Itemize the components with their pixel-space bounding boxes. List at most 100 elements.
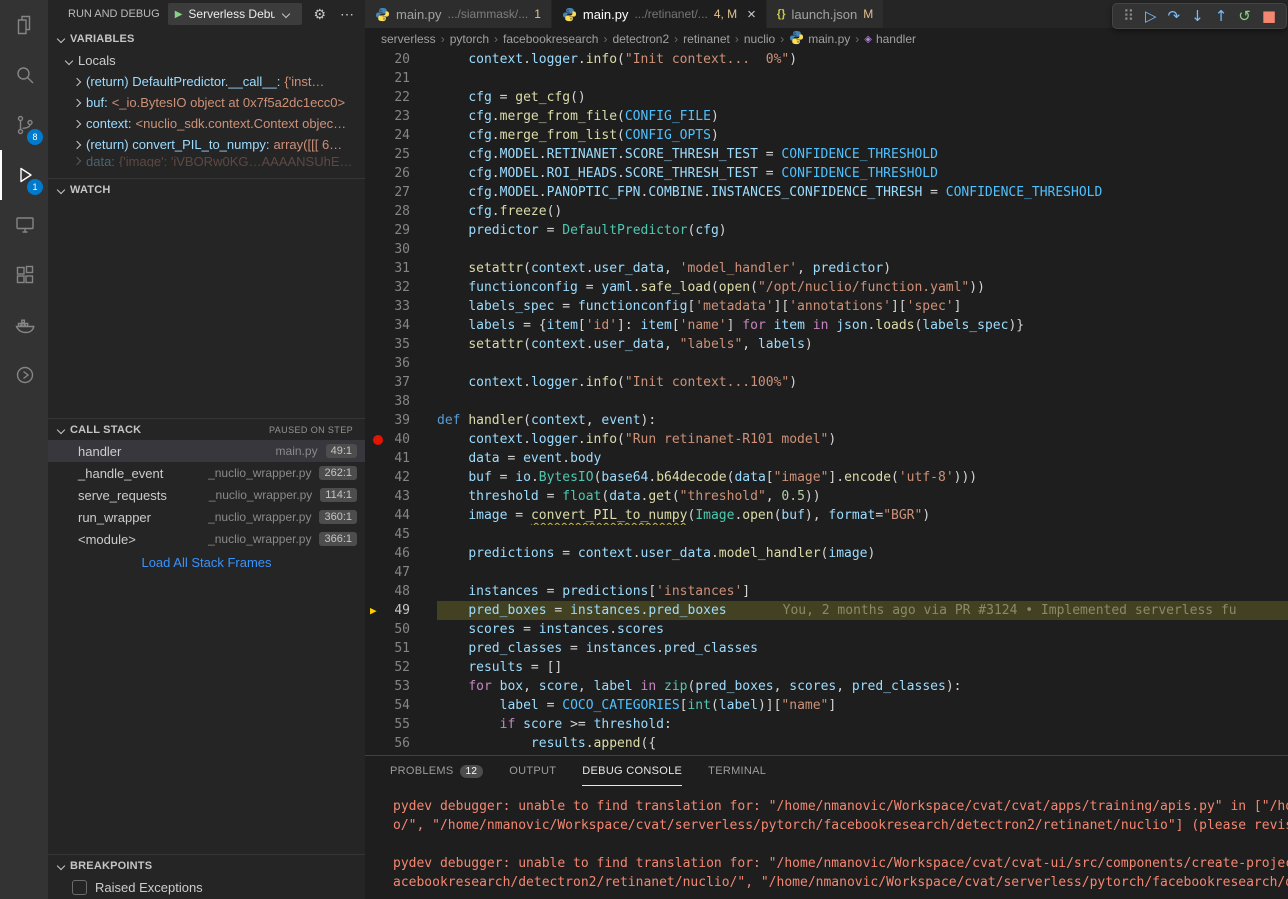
gutter[interactable]: 55 bbox=[365, 715, 437, 734]
breadcrumb-item[interactable]: main.py bbox=[789, 30, 850, 48]
start-debug-icon[interactable]: ▶ bbox=[175, 9, 183, 20]
variables-section-header[interactable]: VARIABLES bbox=[48, 28, 365, 50]
code-line[interactable]: 29 predictor = DefaultPredictor(cfg) bbox=[365, 221, 1288, 240]
gutter[interactable]: 27 bbox=[365, 183, 437, 202]
gutter[interactable]: 50 bbox=[365, 620, 437, 639]
breadcrumb-item[interactable]: ◈handler bbox=[864, 32, 916, 46]
editor-tab[interactable]: main.py.../retinanet/...4, M× bbox=[552, 0, 767, 28]
code-line[interactable]: 38 bbox=[365, 392, 1288, 411]
more-actions-icon[interactable]: ⋯ bbox=[337, 6, 357, 23]
code-line[interactable]: 40 context.logger.info("Run retinanet-R1… bbox=[365, 430, 1288, 449]
variable-row[interactable]: data:{'image': 'iVBORw0KG…AAAANSUhE… bbox=[48, 155, 365, 167]
editor-code[interactable]: 20 context.logger.info("Init context... … bbox=[365, 50, 1288, 755]
gutter[interactable]: 56 bbox=[365, 734, 437, 753]
gear-icon[interactable]: ⚙ bbox=[310, 6, 329, 23]
variable-row[interactable]: (return) DefaultPredictor.__call__:{'ins… bbox=[48, 71, 365, 92]
gutter[interactable]: 42 bbox=[365, 468, 437, 487]
code-line[interactable]: 34 labels = {item['id']: item['name'] fo… bbox=[365, 316, 1288, 335]
code-line[interactable]: 45 bbox=[365, 525, 1288, 544]
drag-grip-icon[interactable]: ⠿ bbox=[1123, 9, 1134, 24]
activity-explorer[interactable] bbox=[0, 0, 48, 50]
gutter[interactable]: 34 bbox=[365, 316, 437, 335]
code-line[interactable]: 42 buf = io.BytesIO(base64.b64decode(dat… bbox=[365, 468, 1288, 487]
gutter[interactable]: 38 bbox=[365, 392, 437, 411]
gutter[interactable]: 45 bbox=[365, 525, 437, 544]
stack-frame[interactable]: _handle_event_nuclio_wrapper.py262:1 bbox=[48, 462, 365, 484]
breadcrumb-item[interactable]: detectron2 bbox=[612, 32, 669, 46]
gutter[interactable]: 29 bbox=[365, 221, 437, 240]
stack-frame[interactable]: run_wrapper_nuclio_wrapper.py360:1 bbox=[48, 506, 365, 528]
gutter[interactable]: 39 bbox=[365, 411, 437, 430]
activity-docker[interactable] bbox=[0, 300, 48, 350]
gutter[interactable]: 23 bbox=[365, 107, 437, 126]
gutter[interactable]: 48 bbox=[365, 582, 437, 601]
code-line[interactable]: 27 cfg.MODEL.PANOPTIC_FPN.COMBINE.INSTAN… bbox=[365, 183, 1288, 202]
code-line[interactable]: 43 threshold = float(data.get("threshold… bbox=[365, 487, 1288, 506]
code-line[interactable]: 33 labels_spec = functionconfig['metadat… bbox=[365, 297, 1288, 316]
code-line[interactable]: 56 results.append({ bbox=[365, 734, 1288, 753]
disconnect-icon[interactable]: ■ bbox=[1262, 9, 1276, 24]
code-line[interactable]: 39def handler(context, event): bbox=[365, 411, 1288, 430]
close-icon[interactable]: × bbox=[747, 7, 756, 22]
debug-console-output[interactable]: pydev debugger: unable to find translati… bbox=[365, 786, 1288, 899]
gutter[interactable]: 33 bbox=[365, 297, 437, 316]
scope-locals[interactable]: Locals bbox=[48, 50, 365, 71]
gutter[interactable]: 35 bbox=[365, 335, 437, 354]
debug-config-dropdown[interactable]: ▶ Serverless Debu bbox=[168, 3, 303, 25]
code-line[interactable]: 21 bbox=[365, 69, 1288, 88]
gutter[interactable]: 24 bbox=[365, 126, 437, 145]
panel-tab-problems[interactable]: PROBLEMS12 bbox=[390, 756, 483, 786]
gutter[interactable]: 22 bbox=[365, 88, 437, 107]
activity-search[interactable] bbox=[0, 50, 48, 100]
stack-frame[interactable]: handlermain.py49:1 bbox=[48, 440, 365, 462]
call-stack-section-header[interactable]: CALL STACK PAUSED ON STEP bbox=[48, 418, 365, 440]
gutter[interactable]: 21 bbox=[365, 69, 437, 88]
variable-row[interactable]: buf:<_io.BytesIO object at 0x7f5a2dc1ecc… bbox=[48, 92, 365, 113]
gutter[interactable]: 28 bbox=[365, 202, 437, 221]
code-line[interactable]: 20 context.logger.info("Init context... … bbox=[365, 50, 1288, 69]
gutter[interactable]: 54 bbox=[365, 696, 437, 715]
gutter[interactable]: 41 bbox=[365, 449, 437, 468]
restart-icon[interactable]: ↺ bbox=[1238, 9, 1251, 24]
breakpoints-section-header[interactable]: BREAKPOINTS bbox=[48, 854, 365, 876]
breadcrumb-item[interactable]: serverless bbox=[381, 32, 436, 46]
breakpoint-dot[interactable] bbox=[373, 435, 383, 445]
step-over-icon[interactable]: ↷ bbox=[1168, 9, 1181, 24]
code-line[interactable]: 30 bbox=[365, 240, 1288, 259]
panel-tab-terminal[interactable]: TERMINAL bbox=[708, 756, 766, 786]
gutter[interactable]: 26 bbox=[365, 164, 437, 183]
variable-row[interactable]: (return) convert_PIL_to_numpy:array([[[ … bbox=[48, 134, 365, 155]
gutter[interactable]: 32 bbox=[365, 278, 437, 297]
stack-frame[interactable]: serve_requests_nuclio_wrapper.py114:1 bbox=[48, 484, 365, 506]
stack-frame[interactable]: <module>_nuclio_wrapper.py366:1 bbox=[48, 528, 365, 550]
gutter[interactable]: 46 bbox=[365, 544, 437, 563]
step-into-icon[interactable]: ↓ bbox=[1191, 9, 1204, 24]
gutter[interactable]: 53 bbox=[365, 677, 437, 696]
activity-source-control[interactable]: 8 bbox=[0, 100, 48, 150]
code-line[interactable]: 25 cfg.MODEL.RETINANET.SCORE_THRESH_TEST… bbox=[365, 145, 1288, 164]
code-line[interactable]: 50 scores = instances.scores bbox=[365, 620, 1288, 639]
gutter[interactable]: 44 bbox=[365, 506, 437, 525]
panel-tab-debug-console[interactable]: DEBUG CONSOLE bbox=[582, 756, 682, 786]
code-line[interactable]: 53 for box, score, label in zip(pred_box… bbox=[365, 677, 1288, 696]
load-all-stack-frames-link[interactable]: Load All Stack Frames bbox=[48, 550, 365, 574]
continue-icon[interactable]: ▷ bbox=[1145, 9, 1157, 24]
code-line[interactable]: 41 data = event.body bbox=[365, 449, 1288, 468]
breadcrumb-item[interactable]: retinanet bbox=[683, 32, 730, 46]
gutter[interactable]: 40 bbox=[365, 430, 437, 449]
breadcrumb-item[interactable]: facebookresearch bbox=[503, 32, 598, 46]
code-line[interactable]: 36 bbox=[365, 354, 1288, 373]
code-line[interactable]: 55 if score >= threshold: bbox=[365, 715, 1288, 734]
code-line[interactable]: 22 cfg = get_cfg() bbox=[365, 88, 1288, 107]
watch-section-header[interactable]: WATCH bbox=[48, 178, 365, 200]
panel-tab-output[interactable]: OUTPUT bbox=[509, 756, 556, 786]
activity-remote-explorer[interactable] bbox=[0, 200, 48, 250]
gutter[interactable]: 51 bbox=[365, 639, 437, 658]
activity-live-share[interactable] bbox=[0, 350, 48, 400]
gutter[interactable]: 52 bbox=[365, 658, 437, 677]
step-out-icon[interactable]: ↑ bbox=[1215, 9, 1228, 24]
code-line[interactable]: 44 image = convert_PIL_to_numpy(Image.op… bbox=[365, 506, 1288, 525]
gutter[interactable]: 25 bbox=[365, 145, 437, 164]
gutter[interactable]: 37 bbox=[365, 373, 437, 392]
editor-tab[interactable]: {}launch.jsonM bbox=[767, 0, 884, 28]
